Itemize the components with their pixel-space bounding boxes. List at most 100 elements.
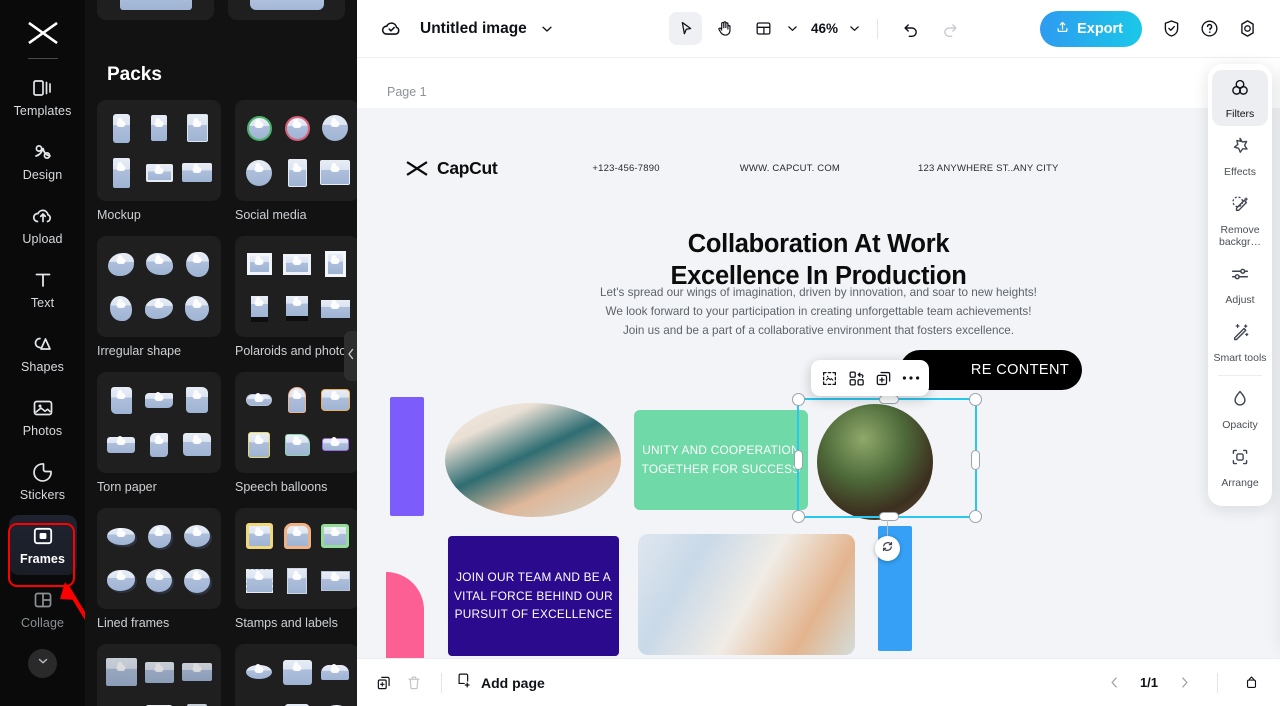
pack-label: Lined frames xyxy=(97,616,170,630)
trash-icon[interactable] xyxy=(399,668,429,698)
pack-item-torn-paper[interactable]: Torn paper xyxy=(97,372,221,494)
export-button[interactable]: Export xyxy=(1040,10,1142,47)
pack-item-layout[interactable]: Layout xyxy=(235,644,357,706)
pack-item-mockup[interactable]: Mockup xyxy=(97,100,221,222)
sidebar-item-photos[interactable]: Photos xyxy=(9,387,77,447)
expand-more-tools-button[interactable] xyxy=(28,649,57,678)
bottombar-divider xyxy=(441,672,442,693)
chevron-down-icon xyxy=(36,654,50,673)
tool-item-filters[interactable]: Filters xyxy=(1212,70,1268,127)
sidebar-item-upload[interactable]: Upload xyxy=(9,195,77,255)
next-page-button[interactable] xyxy=(1169,668,1199,698)
top-toolbar: Untitled image 46% Export xyxy=(357,0,1280,58)
more-horizontal-icon[interactable] xyxy=(900,367,922,389)
design-navy-card[interactable]: JOIN OUR TEAM AND BE A VITAL FORCE BEHIN… xyxy=(448,536,619,656)
packs-grid: Mockup Social media Irregular shape Pola… xyxy=(97,100,357,706)
resize-handle-middle-left[interactable] xyxy=(794,450,803,470)
pack-thumbnail xyxy=(97,100,221,201)
design-body-line2: We look forward to your participation in… xyxy=(605,304,1032,318)
tool-item-smart-tools[interactable]: Smart tools xyxy=(1212,314,1268,370)
opacity-drop-icon xyxy=(1229,388,1251,415)
text-icon xyxy=(31,268,55,292)
chevron-down-icon[interactable] xyxy=(848,22,861,35)
resize-handle-middle-right[interactable] xyxy=(971,450,980,470)
sidebar-item-frames[interactable]: Frames xyxy=(8,515,77,575)
design-green-card[interactable]: UNITY AND COOPERATION TOGETHER FOR SUCCE… xyxy=(634,410,808,510)
add-page-label: Add page xyxy=(481,674,545,691)
design-photo-team-selfie[interactable] xyxy=(445,403,621,517)
zoom-level-value[interactable]: 46% xyxy=(811,21,838,36)
hand-pan-icon[interactable] xyxy=(708,12,741,45)
add-layer-icon[interactable] xyxy=(873,367,895,389)
export-label: Export xyxy=(1077,20,1123,37)
document-title[interactable]: Untitled image xyxy=(420,20,527,38)
sidebar-item-templates[interactable]: Templates xyxy=(9,67,77,127)
undo-arrow-icon[interactable] xyxy=(894,12,927,45)
pack-item-social-media[interactable]: Social media xyxy=(235,100,357,222)
sidebar-item-text[interactable]: Text xyxy=(9,259,77,319)
design-headline-line1: Collaboration At Work xyxy=(687,230,950,258)
tool-item-opacity[interactable]: Opacity xyxy=(1212,381,1268,437)
chevron-down-icon[interactable] xyxy=(786,22,799,35)
pack-item-speech-balloons[interactable]: Speech balloons xyxy=(235,372,357,494)
settings-gear-icon[interactable] xyxy=(1230,12,1264,46)
sidebar-item-collage[interactable]: Collage xyxy=(9,579,77,639)
design-pink-halfcircle[interactable] xyxy=(386,572,424,660)
shield-check-icon[interactable] xyxy=(1154,12,1188,46)
design-photo-team-group[interactable] xyxy=(638,534,855,655)
collapse-packs-panel-handle[interactable] xyxy=(344,331,357,381)
pack-item-lined-frames[interactable]: Lined frames xyxy=(97,508,221,630)
pack-thumbnail xyxy=(235,372,357,473)
cloud-saved-icon[interactable] xyxy=(380,17,403,40)
resize-handle-bottom-left[interactable] xyxy=(792,510,805,523)
effects-star-icon xyxy=(1229,135,1251,162)
redo-arrow-icon[interactable] xyxy=(933,12,966,45)
duplicate-page-icon[interactable] xyxy=(369,668,399,698)
shapes-icon xyxy=(31,332,55,356)
cursor-arrow-icon[interactable] xyxy=(669,12,702,45)
packs-scroll-container[interactable]: Packs Mockup Social media Irregular shap… xyxy=(85,0,357,706)
tool-item-remove-background[interactable]: Remove backgr… xyxy=(1212,186,1268,254)
capcut-logo-icon[interactable] xyxy=(19,10,67,56)
selection-bounding-box[interactable] xyxy=(792,393,982,523)
resize-handle-top-center[interactable] xyxy=(879,395,899,404)
tool-item-arrange[interactable]: Arrange xyxy=(1212,439,1268,495)
tool-item-adjust[interactable]: Adjust xyxy=(1212,256,1268,312)
question-circle-icon[interactable] xyxy=(1192,12,1226,46)
sidebar-item-shapes[interactable]: Shapes xyxy=(9,323,77,383)
crop-mask-icon[interactable] xyxy=(819,367,841,389)
pack-thumb-partial[interactable] xyxy=(228,0,345,20)
pack-item-irregular-shape[interactable]: Irregular shape xyxy=(97,236,221,358)
resize-handle-bottom-right[interactable] xyxy=(969,510,982,523)
page-navigation: 1/1 xyxy=(1099,668,1266,698)
sidebar-item-stickers[interactable]: Stickers xyxy=(9,451,77,511)
resize-handle-top-right[interactable] xyxy=(969,393,982,406)
prev-page-button[interactable] xyxy=(1099,668,1129,698)
rail-divider xyxy=(27,58,58,59)
pack-item-plastic[interactable]: Plastic xyxy=(97,644,221,706)
add-page-icon xyxy=(454,671,472,694)
tool-label: Smart tools xyxy=(1213,352,1267,365)
pack-thumbnail xyxy=(235,644,357,706)
design-purple-bar[interactable] xyxy=(390,397,424,516)
add-page-button[interactable]: Add page xyxy=(454,671,545,694)
design-contact-phone: +123-456-7890 xyxy=(592,163,660,174)
rotate-handle-button[interactable] xyxy=(875,536,900,561)
pack-item-stamps-labels[interactable]: Stamps and labels xyxy=(235,508,357,630)
pack-thumb-partial[interactable] xyxy=(97,0,214,20)
pack-thumbnail xyxy=(97,236,221,337)
sidebar-item-design[interactable]: Design xyxy=(9,131,77,191)
left-nav-rail: Templates Design Upload Text Shapes Phot… xyxy=(0,0,105,706)
pack-label: Social media xyxy=(235,208,307,222)
layout-grid-icon[interactable] xyxy=(747,12,780,45)
canvas-area[interactable]: Page 1 CapCut +123-456-7890 WWW. CAPCUT.… xyxy=(357,58,1280,660)
design-headline: Collaboration At Work Excellence In Prod… xyxy=(357,228,1280,292)
replace-media-icon[interactable] xyxy=(846,367,868,389)
resize-handle-bottom-center[interactable] xyxy=(879,512,899,521)
tool-item-effects[interactable]: Effects xyxy=(1212,128,1268,184)
chevron-down-icon[interactable] xyxy=(540,22,554,36)
collapse-panel-icon[interactable] xyxy=(1236,668,1266,698)
bottombar-divider xyxy=(1217,672,1218,693)
pack-item-polaroids[interactable]: Polaroids and photo... xyxy=(235,236,357,358)
resize-handle-top-left[interactable] xyxy=(792,393,805,406)
